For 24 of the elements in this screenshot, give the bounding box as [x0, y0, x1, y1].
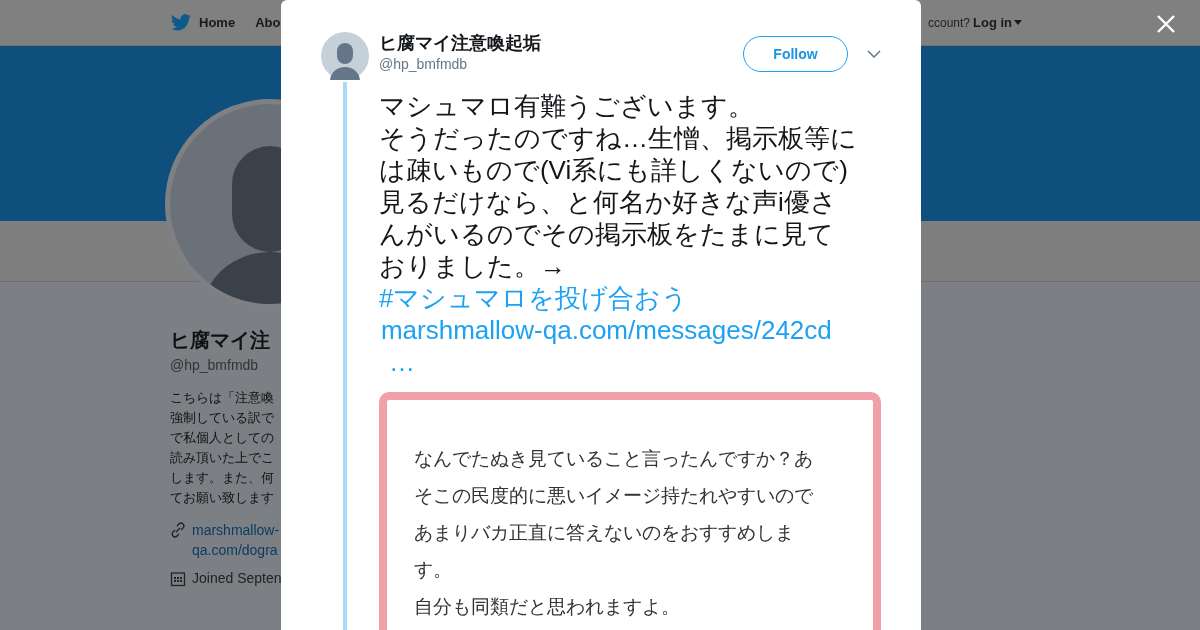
home-link[interactable]: Home — [199, 12, 236, 33]
login-button[interactable]: Log in — [973, 12, 1022, 33]
calendar-icon — [170, 570, 186, 587]
url-link[interactable]: marshmallow-qa.com/messages/242cd — [380, 314, 832, 346]
about-link[interactable]: Abo — [255, 12, 281, 33]
question-text: なんでたぬき見ていること言ったんですか？あ そこの民度的に悪いイメージ持たれやすいので あまりバカ正直に答えないのをおすすめしま す。 自分も同類だと思われますよ。 — [413, 447, 814, 619]
chevron-down-icon[interactable] — [867, 50, 881, 58]
profile-name: ヒ腐マイ注 — [170, 328, 270, 353]
profile-bio: こちらは「注意喚 強制している訳で で私個人としての 読み頂いた上でこ します。また、何 てお願い致します — [170, 389, 274, 507]
tweet-text: マシュマロ有難うございます。 そうだったのですね…生憎、掲示板等に は疎いもので(Vi系にも詳しくないので) 見るだけなら、と何名か好きな声i優さ んがいるのでその掲示板をたまに見て おりました。→ — [378, 90, 858, 282]
bird-icon — [171, 14, 191, 31]
profile-website-link[interactable]: marshmallow- qa.com/dogra — [192, 520, 280, 560]
avatar-icon — [321, 32, 369, 80]
author-name: ヒ腐マイ注意喚起垢 — [379, 32, 541, 54]
account-prompt: ccount? — [927, 14, 970, 32]
joined-date: Joined Septen — [192, 569, 282, 588]
hashtag-link[interactable]: #マシュマロを投げ合おう — [378, 282, 689, 314]
link-icon — [170, 522, 186, 538]
caret-icon — [1014, 20, 1022, 25]
author-handle: @hp_bmfmdb — [379, 55, 469, 74]
attached-image[interactable]: なんでたぬき見ていること言ったんですか？あ そこの民度的に悪いイメージ持たれやすいので あまりバカ正直に答えないのをおすすめしま す。 自分も同類だと思われますよ。 — [378, 392, 881, 630]
close-icon[interactable] — [1156, 14, 1176, 34]
url-ellipsis: … — [388, 346, 415, 378]
profile-handle: @hp_bmfmdb — [170, 356, 259, 375]
